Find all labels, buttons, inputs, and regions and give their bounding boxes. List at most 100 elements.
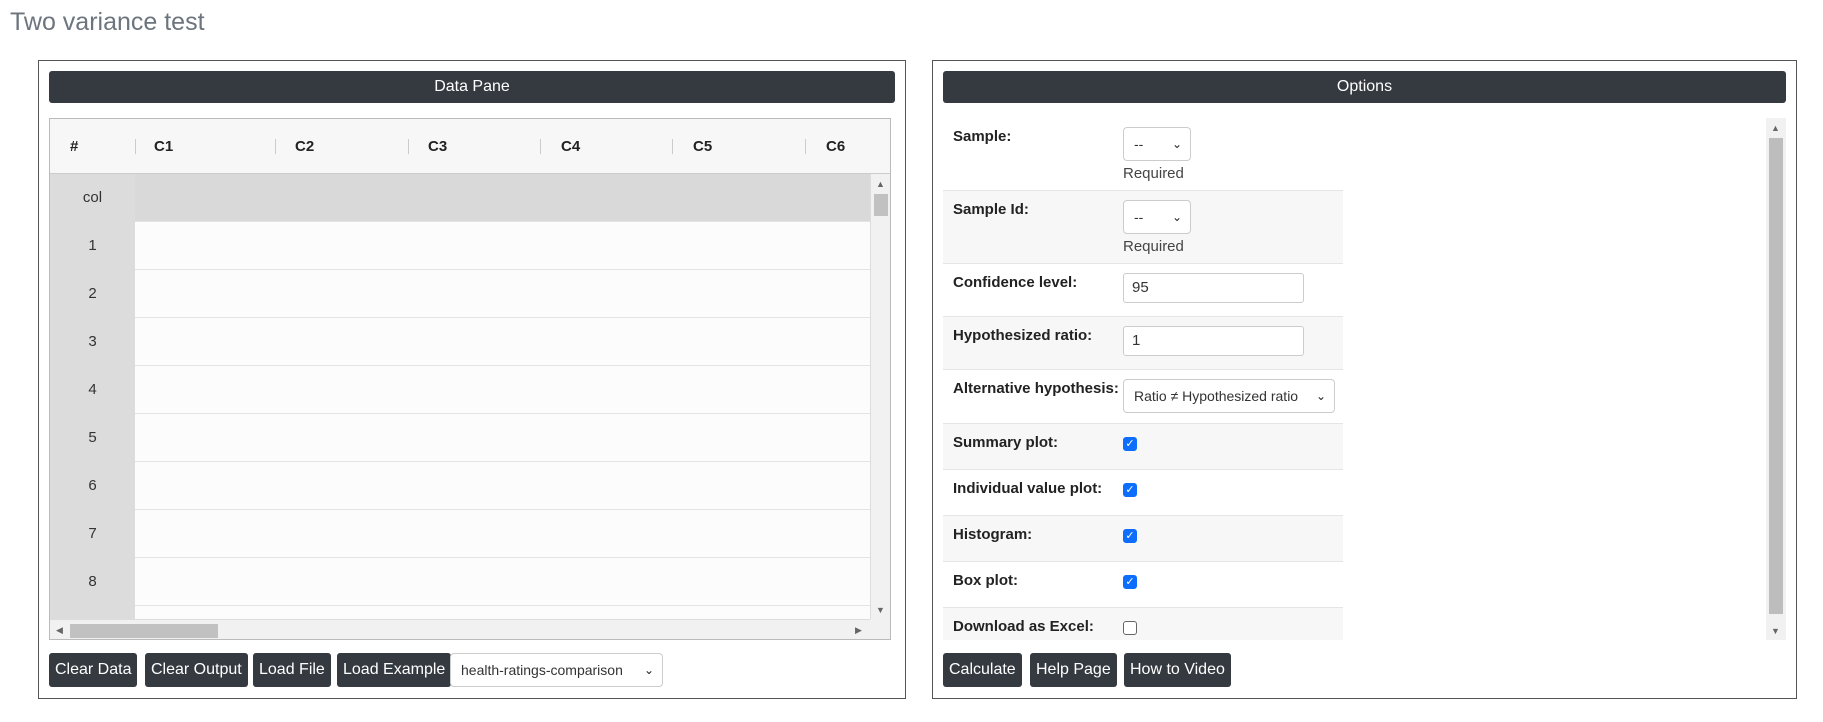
option-hypothesized-ratio: Hypothesized ratio: 1 [943, 317, 1343, 370]
sample-id-select-value: -- [1134, 209, 1144, 225]
sample-select[interactable]: -- ⌄ [1123, 127, 1191, 161]
column-separator [672, 139, 673, 154]
option-individual-value-plot: Individual value plot: ✓ [943, 470, 1343, 516]
option-box-plot: Box plot: ✓ [943, 562, 1343, 608]
table-row[interactable]: 2 [50, 270, 871, 318]
row-number: 7 [50, 510, 135, 558]
hypothesized-ratio-label: Hypothesized ratio: [953, 327, 1093, 344]
option-sample: Sample: -- ⌄ Required [943, 118, 1343, 191]
row-number: 4 [50, 366, 135, 414]
option-download-excel: Download as Excel: [943, 608, 1343, 640]
row-number [50, 606, 135, 619]
column-header-c6[interactable]: C6 [826, 119, 845, 174]
table-row[interactable]: 3 [50, 318, 871, 366]
summary-plot-label: Summary plot: [953, 434, 1059, 451]
options-header: Options [943, 71, 1786, 103]
scrollbar-thumb[interactable] [874, 194, 888, 216]
download-excel-label: Download as Excel: [953, 618, 1094, 635]
column-header-index: # [70, 138, 79, 155]
grid-header-row: # C1 C2 C3 C4 C5 C6 [50, 119, 890, 174]
page-title: Two variance test [10, 8, 205, 36]
column-header-c1[interactable]: C1 [154, 119, 173, 174]
confidence-level-input[interactable]: 95 [1123, 273, 1304, 303]
sample-label: Sample: [953, 128, 1012, 145]
scroll-right-icon[interactable]: ▶ [855, 625, 862, 635]
table-row[interactable]: 4 [50, 366, 871, 414]
column-header-c4[interactable]: C4 [561, 119, 580, 174]
load-example-button[interactable]: Load Example [337, 653, 452, 687]
individual-value-plot-checkbox[interactable]: ✓ [1123, 483, 1137, 497]
scroll-left-icon[interactable]: ◀ [56, 625, 63, 635]
clear-output-button[interactable]: Clear Output [145, 653, 248, 687]
chevron-down-icon: ⌄ [1315, 389, 1326, 403]
chevron-down-icon: ⌄ [643, 663, 654, 677]
box-plot-checkbox[interactable]: ✓ [1123, 575, 1137, 589]
row-number: 5 [50, 414, 135, 462]
row-number: 2 [50, 270, 135, 318]
sample-id-select[interactable]: -- ⌄ [1123, 200, 1191, 234]
grid-body: col 1 2 3 4 5 6 7 8 [50, 174, 871, 619]
column-separator [805, 139, 806, 154]
download-excel-checkbox[interactable] [1123, 621, 1137, 635]
column-separator [408, 139, 409, 154]
table-row[interactable] [50, 606, 871, 619]
grid-horizontal-scrollbar[interactable]: ◀ ▶ [50, 619, 871, 639]
scroll-down-icon[interactable]: ▼ [876, 605, 885, 615]
option-sample-id: Sample Id: -- ⌄ Required [943, 191, 1343, 264]
column-header-c5[interactable]: C5 [693, 119, 712, 174]
row-number: 1 [50, 222, 135, 270]
calculate-button[interactable]: Calculate [943, 653, 1022, 687]
scrollbar-thumb[interactable] [70, 624, 218, 638]
example-dataset-select[interactable]: health-ratings-comparison ⌄ [450, 653, 663, 687]
individual-value-plot-label: Individual value plot: [953, 480, 1103, 497]
help-page-button[interactable]: Help Page [1030, 653, 1117, 687]
options-form: Sample: -- ⌄ Required Sample Id: -- ⌄ Re… [943, 118, 1788, 640]
option-alternative-hypothesis: Alternative hypothesis: Ratio ≠ Hypothes… [943, 370, 1343, 424]
row-label: col [50, 174, 135, 222]
column-header-c3[interactable]: C3 [428, 119, 447, 174]
row-number: 3 [50, 318, 135, 366]
box-plot-label: Box plot: [953, 572, 1018, 589]
row-number: 6 [50, 462, 135, 510]
clear-data-button[interactable]: Clear Data [49, 653, 138, 687]
hypothesized-ratio-input[interactable]: 1 [1123, 326, 1304, 356]
histogram-label: Histogram: [953, 526, 1033, 543]
load-file-button[interactable]: Load File [253, 653, 331, 687]
column-header-c2[interactable]: C2 [295, 119, 314, 174]
sample-id-label: Sample Id: [953, 201, 1029, 218]
alternative-hypothesis-label: Alternative hypothesis: [953, 380, 1119, 397]
confidence-level-label: Confidence level: [953, 274, 1078, 291]
scroll-down-icon[interactable]: ▼ [1771, 626, 1780, 636]
option-confidence-level: Confidence level: 95 [943, 264, 1343, 317]
scroll-up-icon[interactable]: ▲ [1771, 123, 1780, 133]
grid-vertical-scrollbar[interactable]: ▲ ▼ [870, 174, 890, 619]
chevron-down-icon: ⌄ [1171, 137, 1182, 151]
alternative-hypothesis-value: Ratio ≠ Hypothesized ratio [1134, 388, 1299, 404]
data-pane-panel: Data Pane # C1 C2 C3 C4 C5 C6 col 1 2 3 … [38, 60, 906, 699]
summary-plot-checkbox[interactable]: ✓ [1123, 437, 1137, 451]
table-row[interactable]: 6 [50, 462, 871, 510]
data-pane-header: Data Pane [49, 71, 895, 103]
table-row[interactable]: 1 [50, 222, 871, 270]
table-row[interactable]: 8 [50, 558, 871, 606]
sample-required-hint: Required [1123, 165, 1184, 182]
scroll-corner [870, 619, 890, 639]
how-to-video-button[interactable]: How to Video [1124, 653, 1231, 687]
table-row[interactable]: 5 [50, 414, 871, 462]
scrollbar-thumb[interactable] [1769, 138, 1783, 614]
table-row[interactable]: 7 [50, 510, 871, 558]
scroll-up-icon[interactable]: ▲ [876, 179, 885, 189]
chevron-down-icon: ⌄ [1171, 210, 1182, 224]
histogram-checkbox[interactable]: ✓ [1123, 529, 1137, 543]
example-dataset-value: health-ratings-comparison [461, 662, 623, 678]
sample-id-required-hint: Required [1123, 238, 1184, 255]
table-row-col[interactable]: col [50, 174, 871, 222]
options-vertical-scrollbar[interactable]: ▲ ▼ [1766, 118, 1786, 640]
row-number: 8 [50, 558, 135, 606]
option-histogram: Histogram: ✓ [943, 516, 1343, 562]
column-separator [275, 139, 276, 154]
data-grid[interactable]: # C1 C2 C3 C4 C5 C6 col 1 2 3 4 5 6 7 8 [49, 118, 891, 640]
column-separator [135, 139, 136, 154]
alternative-hypothesis-select[interactable]: Ratio ≠ Hypothesized ratio ⌄ [1123, 379, 1335, 413]
option-summary-plot: Summary plot: ✓ [943, 424, 1343, 470]
